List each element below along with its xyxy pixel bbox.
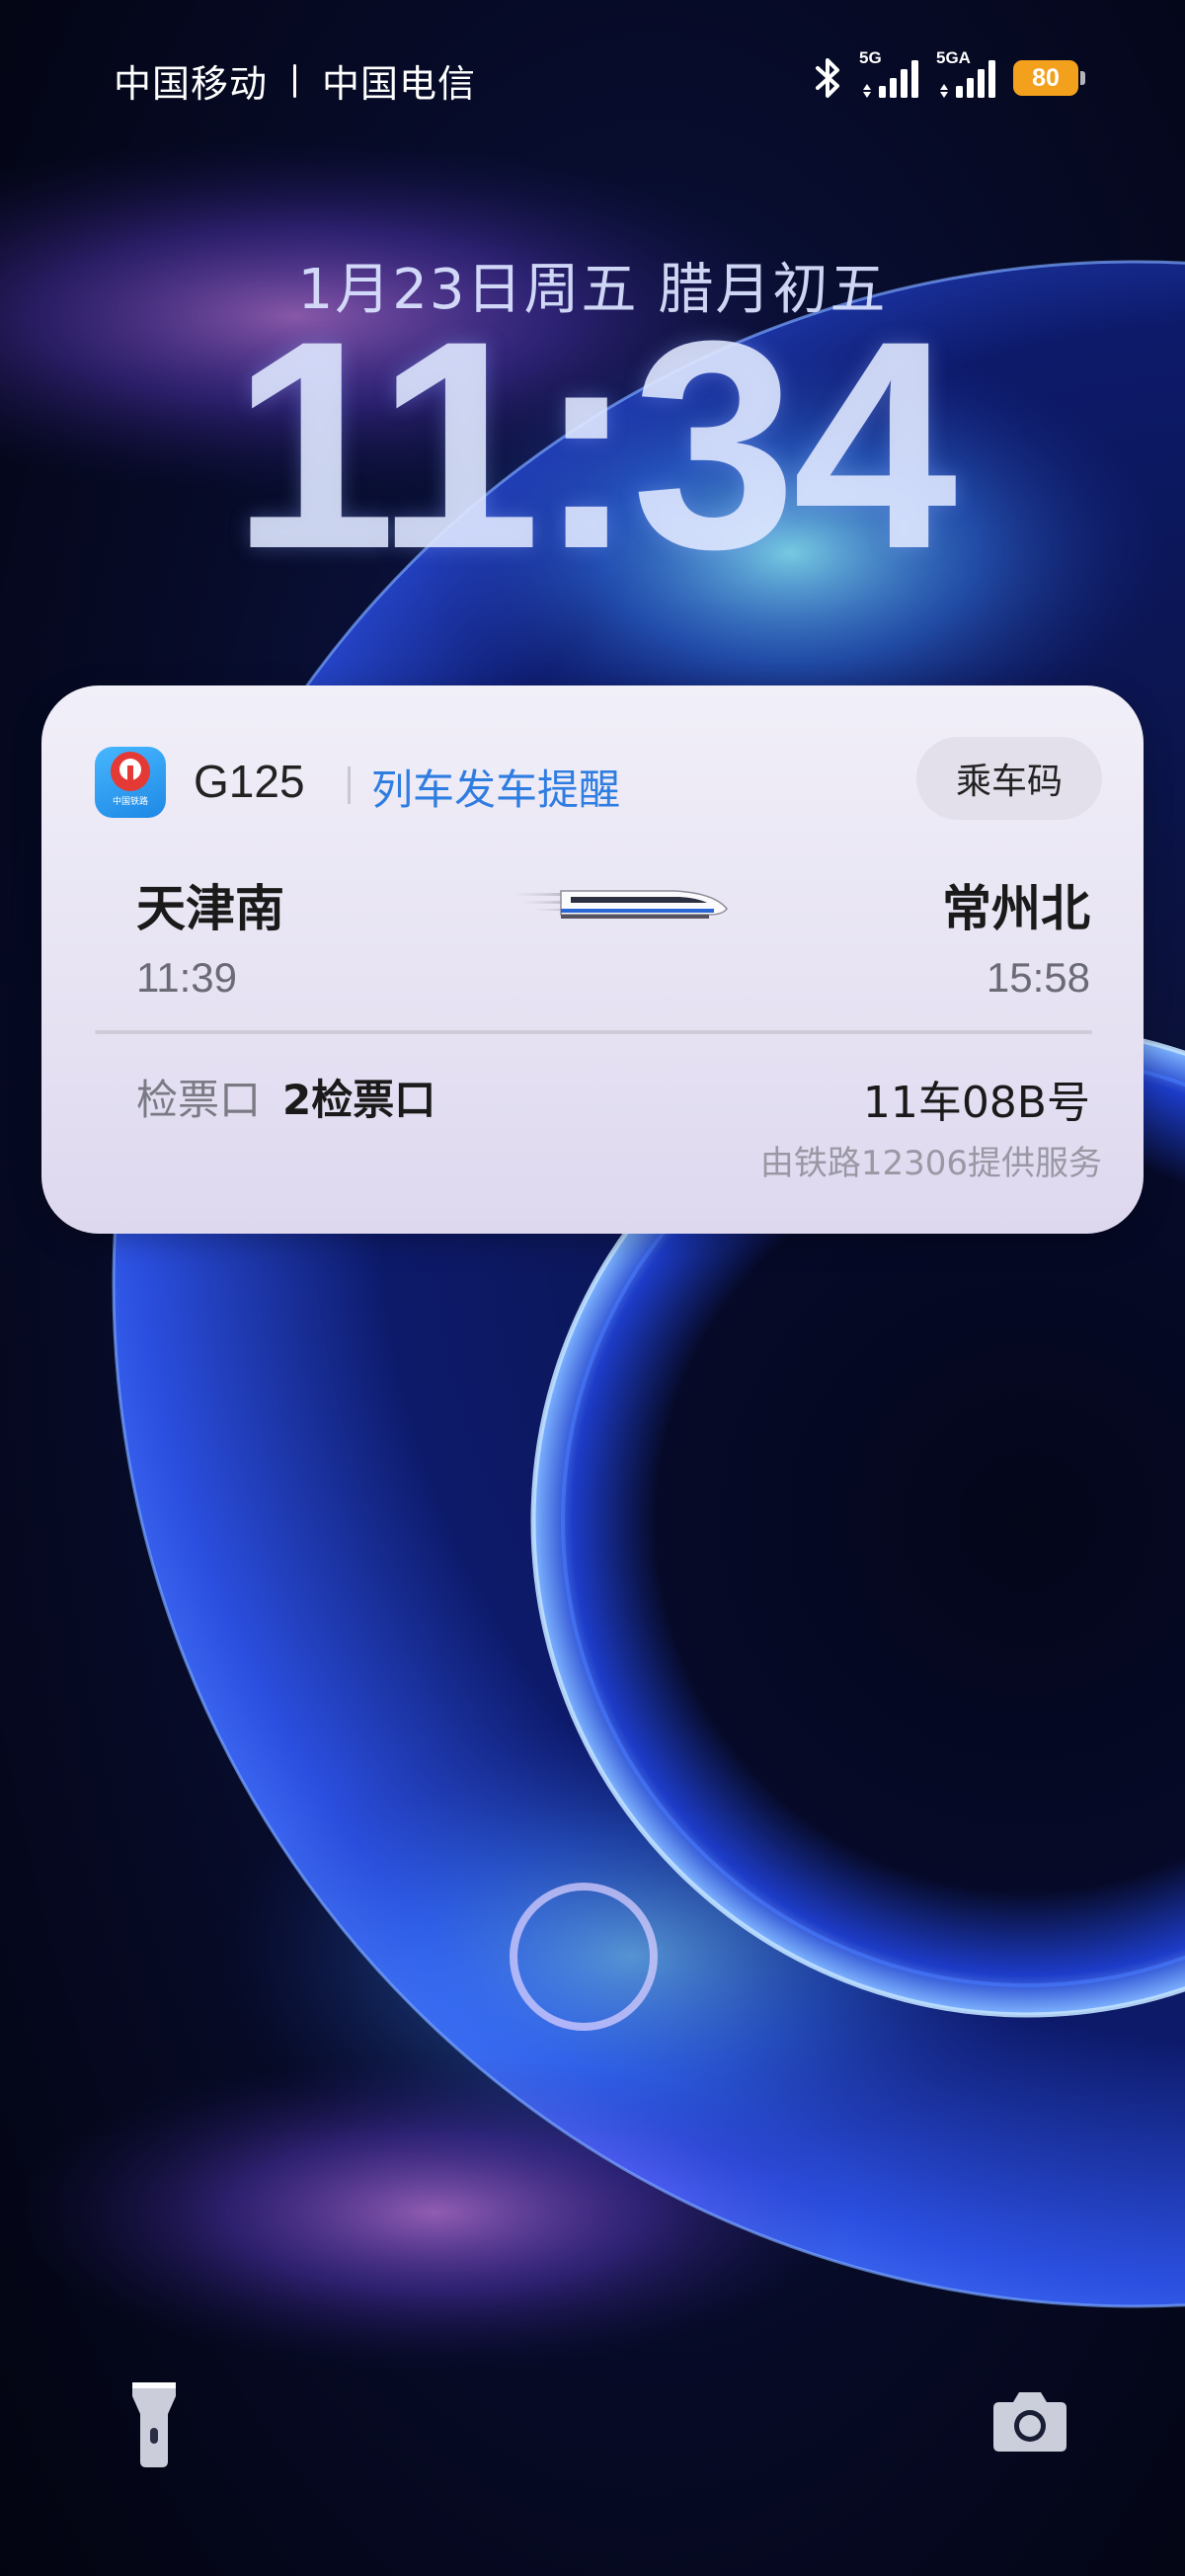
carrier-2: 中国电信 bbox=[322, 62, 477, 106]
departure-time: 11:39 bbox=[136, 954, 237, 1001]
unlock-ring[interactable] bbox=[510, 1883, 658, 2031]
train-departure-notification[interactable]: 中国铁路 G125 列车发车提醒 乘车码 天津南 常州北 11:39 15:58… bbox=[41, 685, 1144, 1234]
service-provider: 由铁路12306提供服务 bbox=[759, 1144, 1102, 1183]
china-railway-12306-icon: 中国铁路 bbox=[95, 747, 166, 818]
camera-icon[interactable] bbox=[991, 2388, 1068, 2454]
signal-icon bbox=[863, 60, 918, 98]
railway-logo bbox=[111, 752, 150, 791]
signal-icon bbox=[940, 60, 995, 98]
lock-screen-clock: 11:34 bbox=[231, 279, 958, 610]
gate-label: 检票口 bbox=[136, 1076, 262, 1124]
gate-value: 2检票口 bbox=[282, 1076, 436, 1124]
boarding-code-button[interactable]: 乘车码 bbox=[916, 737, 1102, 820]
card-divider bbox=[95, 1030, 1092, 1034]
signal-2: 5GA bbox=[936, 48, 999, 100]
status-bar: 中国移动 中国电信 5G 5GA 80 bbox=[0, 47, 1185, 117]
notification-header: 中国铁路 G125 列车发车提醒 乘车码 bbox=[95, 737, 1102, 820]
carrier-names: 中国移动 中国电信 bbox=[114, 53, 476, 108]
arrival-time: 15:58 bbox=[986, 954, 1090, 1001]
battery-icon: 80 bbox=[1013, 60, 1085, 96]
train-number: G125 bbox=[194, 756, 305, 807]
app-icon-caption: 中国铁路 bbox=[112, 797, 148, 807]
carrier-1: 中国移动 bbox=[114, 62, 269, 106]
departure-station: 天津南 bbox=[136, 880, 284, 937]
carrier-separator bbox=[293, 63, 297, 98]
arrival-station: 常州北 bbox=[942, 880, 1090, 937]
bluetooth-icon bbox=[816, 58, 839, 98]
battery-level: 80 bbox=[1032, 63, 1060, 92]
title-separator bbox=[348, 766, 351, 804]
notification-title: 列车发车提醒 bbox=[371, 765, 621, 814]
seat-info: 11车08B号 bbox=[862, 1078, 1090, 1128]
high-speed-train-icon bbox=[512, 890, 728, 919]
status-icons: 5G 5GA 80 bbox=[812, 48, 1085, 103]
flashlight-icon[interactable] bbox=[130, 2380, 178, 2469]
signal-1: 5G bbox=[859, 48, 922, 100]
